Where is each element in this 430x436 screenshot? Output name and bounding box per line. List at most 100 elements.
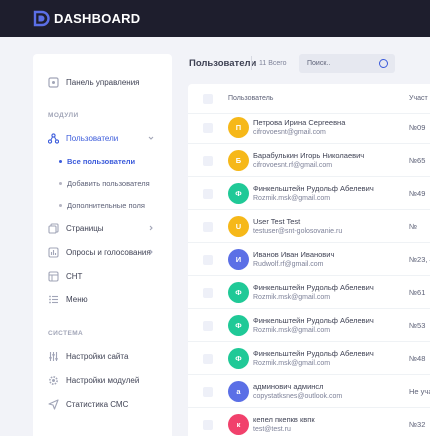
row-checkbox[interactable]: [203, 387, 213, 397]
avatar: U: [228, 216, 249, 237]
sidebar-subitem-label: Дополнительные поля: [67, 200, 145, 210]
chevron-down-icon: [148, 136, 154, 140]
sidebar-item-label: Меню: [66, 294, 88, 304]
table-row[interactable]: П Петрова Ирина Сергеевна cifrovoesnt@gmai…: [188, 111, 430, 144]
row-checkbox[interactable]: [203, 354, 213, 364]
user-name[interactable]: админович админсл: [253, 382, 324, 391]
user-name[interactable]: Финкельштейн Рудольф Абелевич: [253, 283, 374, 292]
row-checkbox[interactable]: [203, 255, 213, 265]
search-icon[interactable]: [379, 59, 388, 68]
polls-icon: [48, 246, 59, 258]
table-row[interactable]: к кепел пкепкв квпк test@test.ru №32: [188, 408, 430, 436]
participant-number: №09: [409, 123, 426, 132]
user-name[interactable]: кепел пкепкв квпк: [253, 415, 315, 424]
avatar: Ф: [228, 315, 249, 336]
sidebar-item-menu[interactable]: Меню: [33, 288, 172, 310]
sidebar-item-label: Настройки сайта: [66, 351, 129, 361]
row-checkbox[interactable]: [203, 123, 213, 133]
user-email: testuser@snt-golosovanie.ru: [253, 228, 343, 235]
participant-number: №: [409, 222, 418, 231]
logo-icon[interactable]: [33, 10, 50, 27]
table-row[interactable]: Ф Финкельштейн Рудольф Абелевич Rozmik.msk…: [188, 309, 430, 342]
pages-icon: [48, 222, 59, 234]
participant-number: №49: [409, 189, 426, 198]
row-checkbox[interactable]: [203, 222, 213, 232]
avatar: Б: [228, 150, 249, 171]
sidebar-subitem-all-users[interactable]: Все пользователи: [33, 152, 172, 170]
participant-number: №48: [409, 354, 426, 363]
brand-name[interactable]: DASHBOARD: [54, 11, 140, 26]
sidebar-subitem-label: Все пользователи: [67, 156, 136, 166]
dashboard-icon: [48, 76, 59, 88]
section-modules-heading: МОДУЛИ: [48, 112, 79, 119]
user-name[interactable]: Финкельштейн Рудольф Абелевич: [253, 184, 374, 193]
sidebar-item-polls[interactable]: Опросы и голосования: [33, 241, 172, 263]
sidebar-item-users[interactable]: Пользователи: [33, 127, 172, 149]
participant-number: №65: [409, 156, 426, 165]
sidebar-item-module-settings[interactable]: Настройки модулей: [33, 369, 172, 391]
avatar: Ф: [228, 183, 249, 204]
user-email: test@test.ru: [253, 426, 291, 433]
sidebar-item-label: Статистика СМС: [66, 399, 129, 409]
snt-icon: [48, 270, 59, 282]
table-row[interactable]: Ф Финкельштейн Рудольф Абелевич Rozmik.msk…: [188, 276, 430, 309]
user-name[interactable]: Финкельштейн Рудольф Абелевич: [253, 349, 374, 358]
sidebar-item-dashboard[interactable]: Панель управления: [33, 71, 172, 93]
participant-number: Не уча: [409, 387, 430, 396]
row-checkbox[interactable]: [203, 156, 213, 166]
row-checkbox[interactable]: [203, 288, 213, 298]
sidebar-item-sms-stats[interactable]: Статистика СМС: [33, 393, 172, 415]
sliders-icon: [48, 351, 59, 362]
send-icon: [48, 398, 59, 410]
user-name[interactable]: User Test Test: [253, 217, 300, 226]
participant-number: №32: [409, 420, 426, 429]
user-email: Rozmik.msk@gmail.com: [253, 294, 331, 301]
user-email: Rudwolf.rf@gmail.com: [253, 261, 324, 268]
table-row[interactable]: а админович админсл copystatksnes@outlook.…: [188, 375, 430, 408]
section-system-heading: СИСТЕМА: [48, 330, 84, 337]
user-email: cifrovoesnt.rf@gmail.com: [253, 162, 333, 169]
row-checkbox[interactable]: [203, 321, 213, 331]
table-row[interactable]: U User Test Test testuser@snt-golosovanie.…: [188, 210, 430, 243]
user-name[interactable]: Иванов Иван Иванович: [253, 250, 334, 259]
sidebar-subitem-label: Добавить пользователя: [67, 178, 150, 188]
sidebar-item-site-settings[interactable]: Настройки сайта: [33, 345, 172, 367]
chevron-right-icon: [149, 249, 153, 255]
participant-number: №61: [409, 288, 426, 297]
sidebar-item-label: Опросы и голосования: [66, 247, 151, 257]
table-row[interactable]: Ф Финкельштейн Рудольф Абелевич Rozmik.msk…: [188, 342, 430, 375]
column-header-user[interactable]: Пользователь: [228, 95, 273, 102]
users-table-card: Пользователь Участ П Петрова Ирина Сергее…: [188, 84, 430, 436]
row-checkbox[interactable]: [203, 420, 213, 430]
row-checkbox[interactable]: [203, 189, 213, 199]
sidebar-subitem-add-user[interactable]: Добавить пользователя: [33, 174, 172, 192]
user-email: cifrovoesnt@gmail.com: [253, 129, 326, 136]
avatar: П: [228, 117, 249, 138]
user-name[interactable]: Барабулькин Игорь Николаевич: [253, 151, 364, 160]
user-name[interactable]: Петрова Ирина Сергеевна: [253, 118, 345, 127]
total-count: 11 Всего: [259, 60, 287, 67]
table-row[interactable]: Б Барабулькин Игорь Николаевич cifrovoesnt…: [188, 144, 430, 177]
title-divider: [251, 56, 252, 70]
sidebar-item-label: Пользователи: [66, 133, 119, 143]
select-all-checkbox[interactable]: [203, 94, 213, 104]
bullet-dot-icon: [59, 203, 62, 207]
top-bar: DASHBOARD: [0, 0, 430, 37]
avatar: Ф: [228, 348, 249, 369]
table-row[interactable]: Ф Финкельштейн Рудольф Абелевич Rozmik.msk…: [188, 177, 430, 210]
sidebar-item-label: Панель управления: [66, 77, 140, 87]
gear-icon: [48, 375, 59, 386]
participant-number: №23, 4: [409, 255, 430, 264]
menu-list-icon: [48, 294, 59, 305]
sidebar-item-label: Настройки модулей: [66, 375, 140, 385]
table-row[interactable]: И Иванов Иван Иванович Rudwolf.rf@gmail.co…: [188, 243, 430, 276]
sidebar-subitem-extra-fields[interactable]: Дополнительные поля: [33, 196, 172, 214]
sidebar-item-label: Страницы: [66, 223, 104, 233]
participant-number: №53: [409, 321, 426, 330]
column-header-participant[interactable]: Участ: [409, 95, 428, 102]
users-icon: [48, 132, 59, 144]
sidebar-item-pages[interactable]: Страницы: [33, 217, 172, 239]
user-name[interactable]: Финкельштейн Рудольф Абелевич: [253, 316, 374, 325]
sidebar-item-snt[interactable]: СНТ: [33, 265, 172, 287]
table-header: Пользователь Участ: [188, 84, 430, 114]
